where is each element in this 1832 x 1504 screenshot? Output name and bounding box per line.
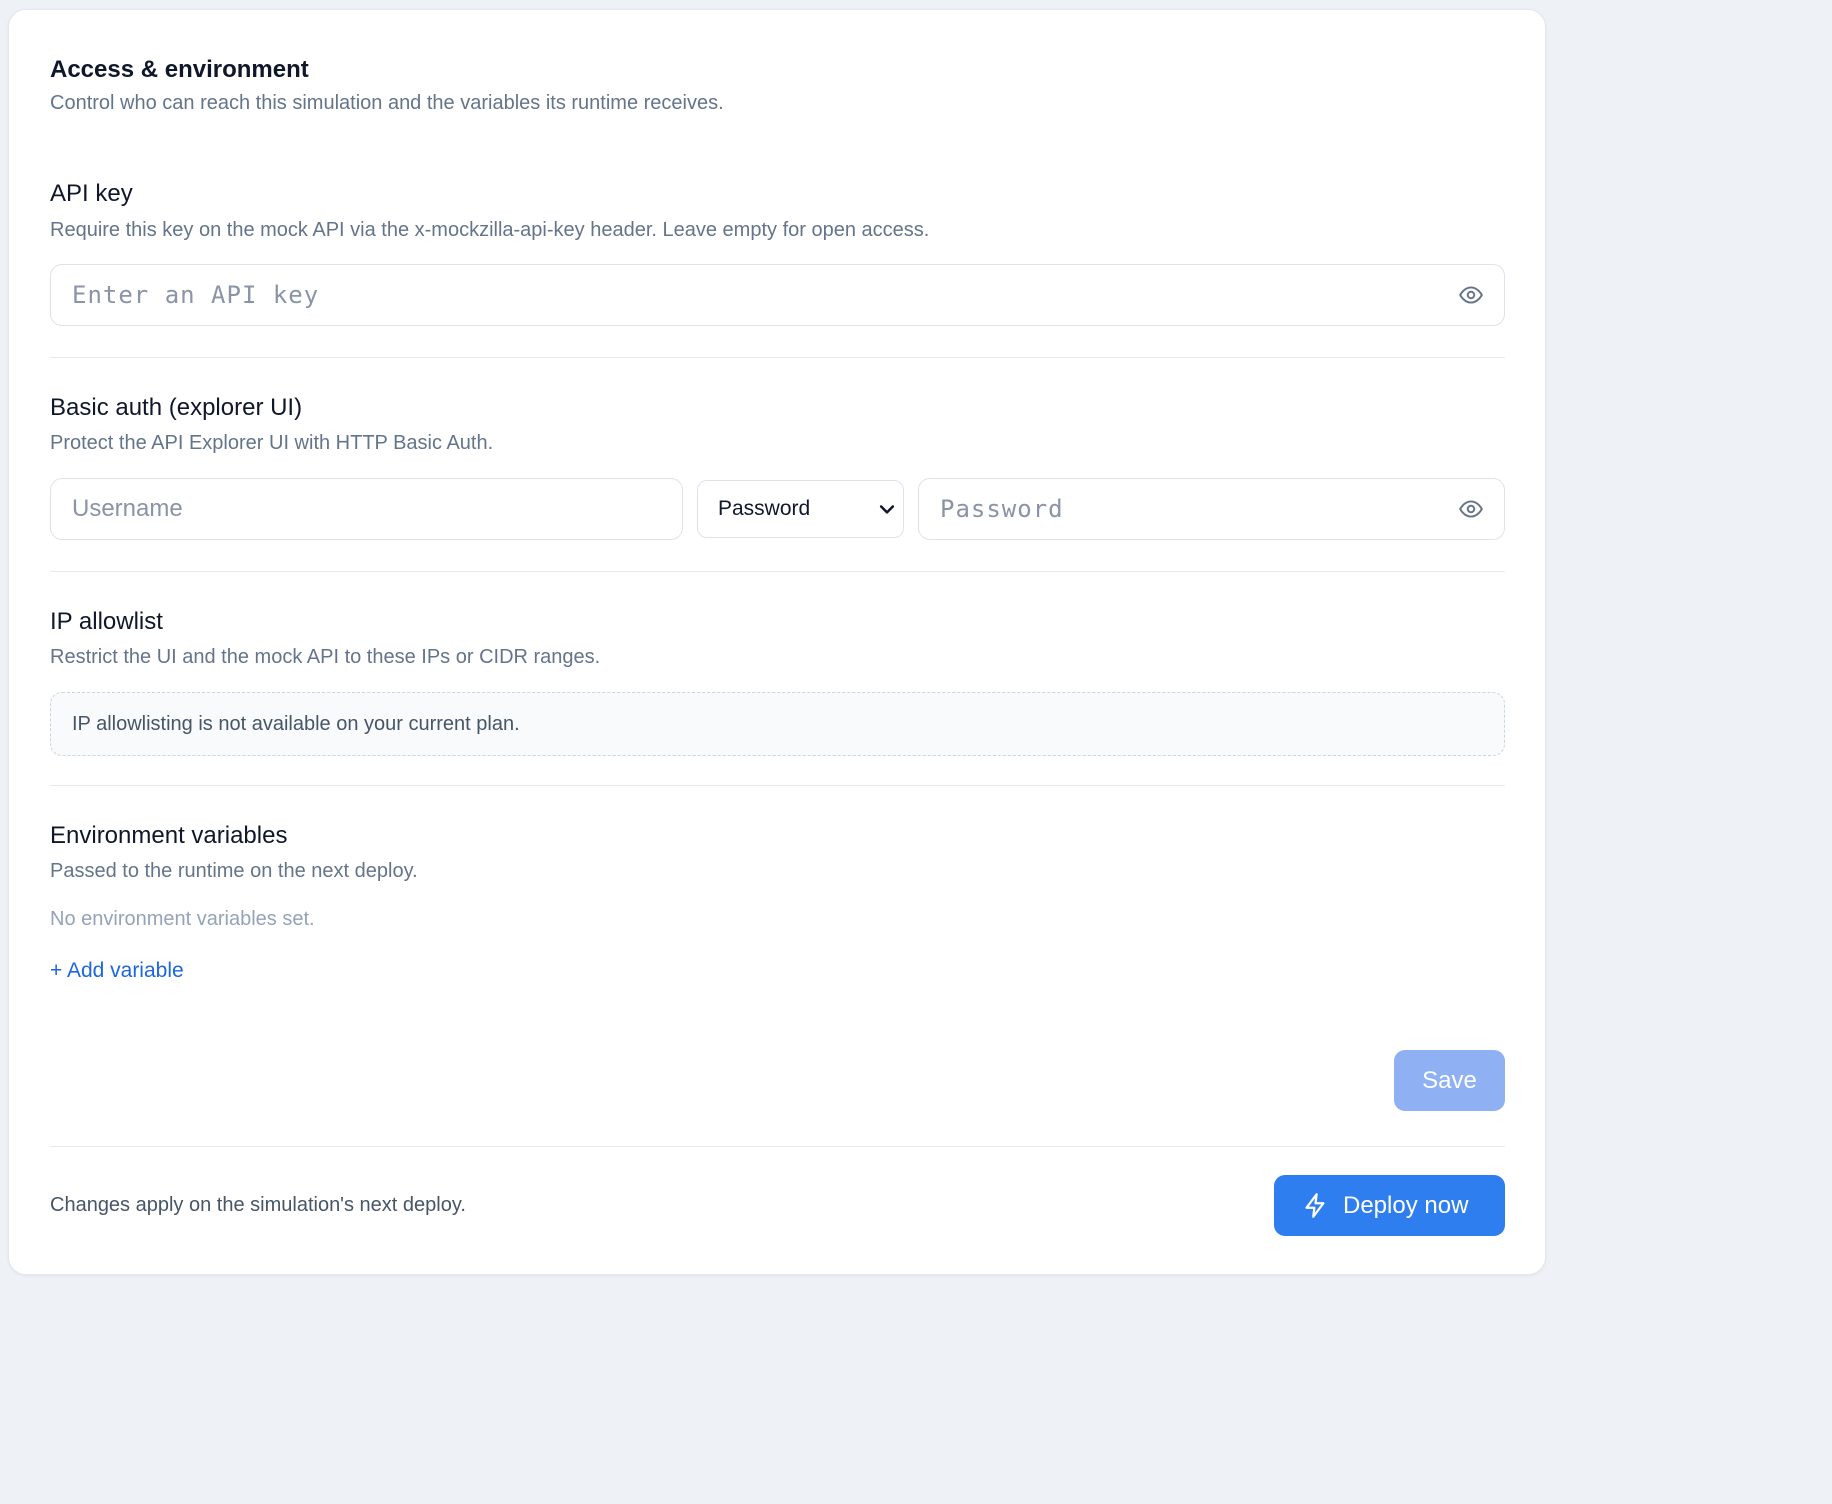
page-title: Access & environment	[50, 56, 309, 83]
section-divider	[50, 785, 1505, 786]
api-key-input[interactable]	[51, 265, 1504, 325]
env-vars-empty-state: No environment variables set.	[50, 908, 315, 930]
basic-auth-description: Protect the API Explorer UI with HTTP Ba…	[50, 432, 494, 454]
password-input[interactable]	[919, 479, 1504, 539]
add-variable-link[interactable]: + Add variable	[50, 957, 184, 985]
username-input[interactable]	[51, 479, 682, 539]
env-vars-description: Passed to the runtime on the next deploy…	[50, 860, 418, 882]
footer-note: Changes apply on the simulation's next d…	[50, 1194, 466, 1216]
page-subtitle: Control who can reach this simulation an…	[50, 92, 724, 114]
access-environment-card: Access & environment Control who can rea…	[8, 9, 1546, 1275]
eye-icon[interactable]	[1458, 496, 1484, 522]
section-divider	[50, 357, 1505, 358]
env-vars-heading: Environment variables	[50, 822, 288, 849]
eye-icon[interactable]	[1458, 282, 1484, 308]
save-button[interactable]: Save	[1394, 1050, 1505, 1111]
section-divider	[50, 571, 1505, 572]
api-key-heading: API key	[50, 180, 133, 207]
api-key-description: Require this key on the mock API via the…	[50, 219, 930, 241]
ip-allowlist-description: Restrict the UI and the mock API to thes…	[50, 646, 601, 668]
api-key-field	[50, 264, 1505, 326]
auth-mode-selected-value: Password	[718, 497, 811, 520]
deploy-now-label: Deploy now	[1343, 1192, 1469, 1219]
ip-allowlist-unavailable-notice: IP allowlisting is not available on your…	[50, 692, 1505, 756]
footer-divider	[50, 1146, 1505, 1147]
lightning-icon	[1305, 1193, 1325, 1218]
auth-mode-select[interactable]: Password	[697, 480, 904, 538]
deploy-now-button[interactable]: Deploy now	[1274, 1175, 1505, 1236]
ip-allowlist-heading: IP allowlist	[50, 608, 163, 635]
password-field	[918, 478, 1505, 540]
ip-allowlist-notice-text: IP allowlisting is not available on your…	[72, 713, 520, 735]
basic-auth-heading: Basic auth (explorer UI)	[50, 394, 303, 421]
username-field	[50, 478, 683, 540]
chevron-down-icon	[879, 505, 895, 514]
